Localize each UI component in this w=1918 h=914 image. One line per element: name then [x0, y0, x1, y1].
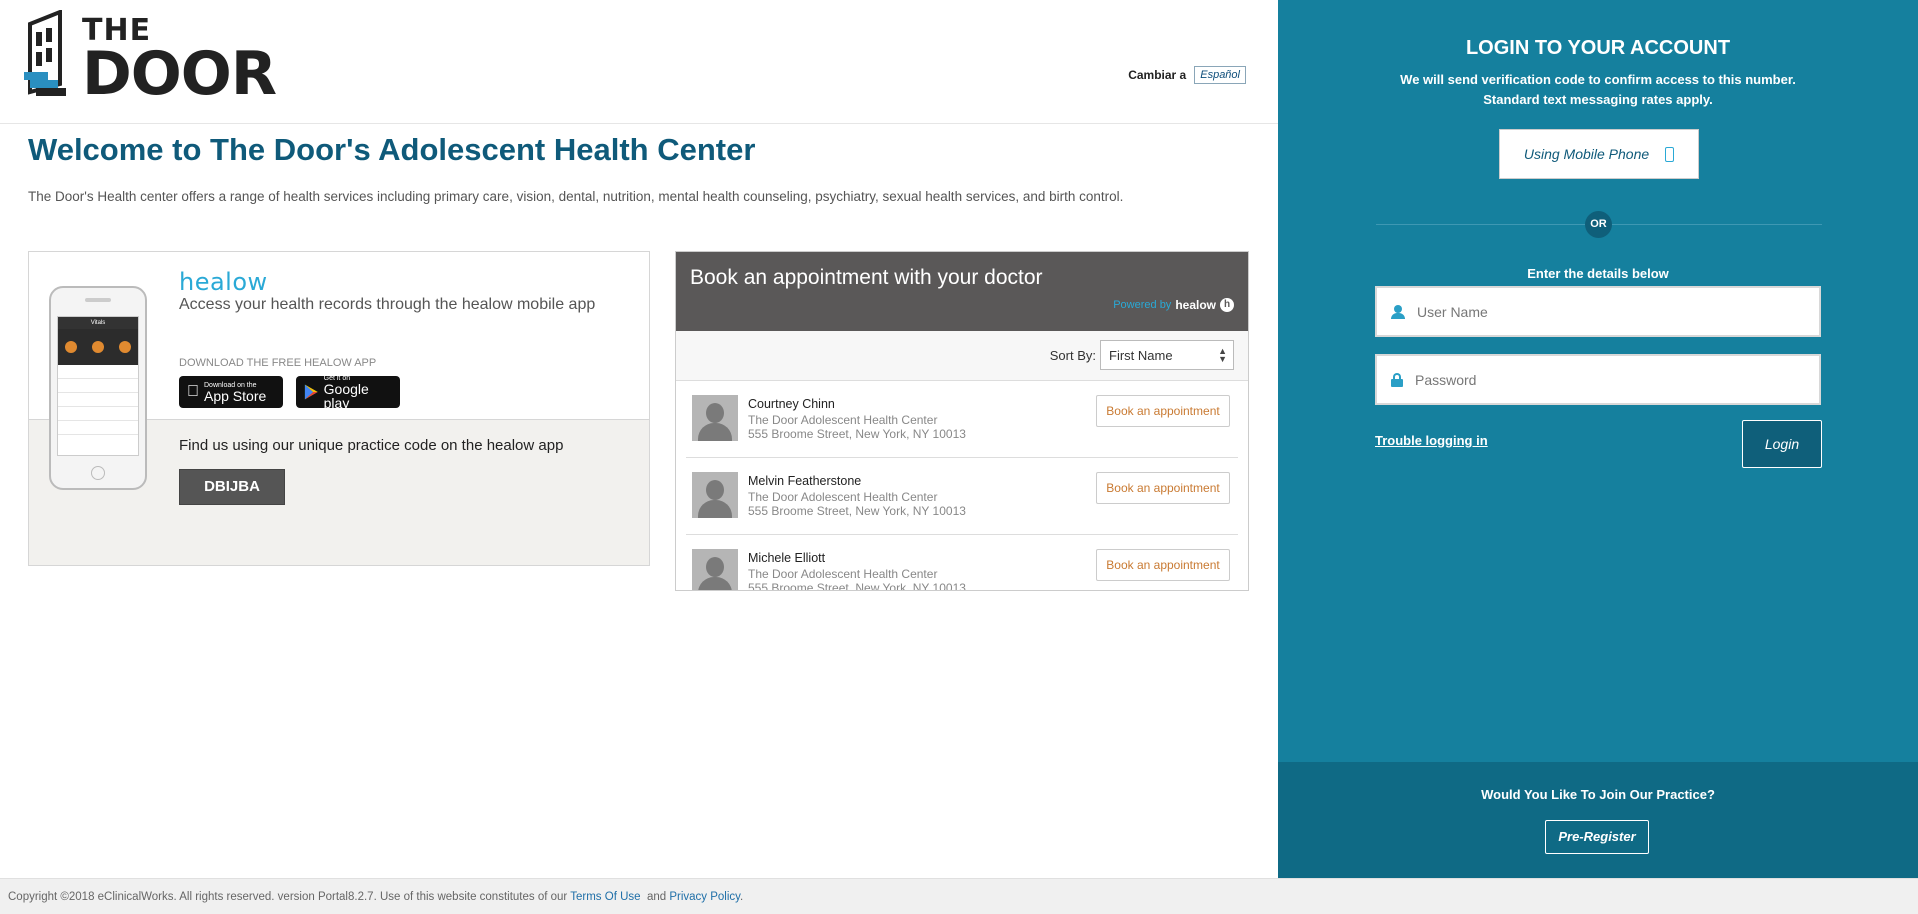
the-door-logo[interactable]: THE DOOR	[24, 10, 277, 110]
phone-speaker	[85, 298, 111, 302]
footer: Copyright ©2018 eClinicalWorks. All righ…	[0, 878, 1918, 914]
appstore-big-text: App Store	[192, 387, 266, 404]
or-badge: OR	[1585, 211, 1612, 238]
book-appointment-panel: Book an appointment with your doctor Pow…	[675, 251, 1249, 591]
mobile-phone-icon	[1665, 146, 1675, 162]
enter-details-label: Enter the details below	[1527, 266, 1669, 281]
page: THE DOOR Cambiar a Español Welcome to Th…	[0, 0, 1918, 914]
doctor-practice: The Door Adolescent Health Center	[748, 490, 938, 504]
page-title: Welcome to The Door's Adolescent Health …	[28, 132, 756, 167]
header: THE DOOR Cambiar a Español	[0, 0, 1278, 124]
apple-icon: 	[187, 383, 199, 401]
login-title: LOGIN TO YOUR ACCOUNT	[1465, 37, 1731, 59]
practice-code: DBIJBA	[179, 469, 285, 505]
espanol-button[interactable]: Español	[1194, 66, 1246, 84]
doctor-address: 555 Broome Street, New York, NY 10013	[748, 504, 966, 518]
book-appointment-title: Book an appointment with your doctor	[690, 266, 1043, 289]
lock-icon	[1391, 372, 1403, 387]
user-icon	[1391, 304, 1405, 319]
terms-of-use-link[interactable]: Terms Of Use	[570, 891, 640, 903]
door-building-icon	[24, 10, 66, 96]
phone-list-line	[58, 407, 138, 421]
sort-label: Sort By:	[1049, 348, 1096, 363]
doctor-avatar	[692, 472, 738, 518]
doctor-row: Melvin Featherstone The Door Adolescent …	[686, 458, 1238, 535]
book-appointment-button[interactable]: Book an appointment	[1096, 549, 1230, 581]
find-us-text: Find us using our unique practice code o…	[179, 437, 564, 454]
login-panel: LOGIN TO YOUR ACCOUNT We will send verif…	[1278, 0, 1918, 878]
healow-subtitle: Access your health records through the h…	[179, 296, 596, 313]
healow-h-icon: h	[1220, 298, 1234, 312]
username-input[interactable]	[1417, 303, 1777, 320]
language-prefix: Cambiar a	[1128, 68, 1187, 82]
phone-list-line	[58, 365, 138, 379]
phone-home-button	[91, 466, 105, 480]
phone-screen: Vitals	[57, 316, 139, 456]
doctor-practice: The Door Adolescent Health Center	[748, 567, 938, 581]
app-store-button[interactable]:  Download on the App Store	[179, 376, 283, 408]
pre-register-button[interactable]: Pre-Register	[1545, 820, 1649, 854]
page-description: The Door's Health center offers a range …	[28, 189, 1124, 204]
phone-screen-title: Vitals	[58, 317, 138, 329]
doctor-row: Michele Elliott The Door Adolescent Heal…	[686, 535, 1238, 591]
login-button[interactable]: Login	[1742, 420, 1822, 468]
phone-illustration: Vitals	[49, 286, 147, 490]
phone-list-line	[58, 421, 138, 435]
book-appointment-button[interactable]: Book an appointment	[1096, 472, 1230, 504]
sort-bar: Sort By: First Name ▲ ▼	[676, 331, 1248, 381]
vital-dot-icon	[65, 341, 78, 353]
language-switch: Cambiar a Español	[1128, 66, 1246, 84]
download-label: DOWNLOAD THE FREE HEALOW APP	[179, 357, 377, 369]
healow-logo: healow	[179, 268, 268, 296]
powered-by-healow: Powered by healow h	[1113, 298, 1234, 312]
sort-select[interactable]: First Name ▲ ▼	[1100, 340, 1234, 370]
powered-by-text: Powered by	[1113, 299, 1172, 311]
vital-dot-icon	[118, 341, 131, 353]
google-play-icon	[304, 384, 318, 400]
doctor-name: Courtney Chinn	[748, 397, 835, 411]
using-mobile-phone-button[interactable]: Using Mobile Phone	[1499, 129, 1699, 179]
doctor-name: Michele Elliott	[748, 551, 826, 565]
footer-and: and	[646, 891, 667, 903]
phone-list-line	[58, 379, 138, 393]
copyright-text: Copyright ©2018 eClinicalWorks. All righ…	[8, 891, 568, 903]
trouble-logging-in-link[interactable]: Trouble logging in	[1375, 433, 1488, 448]
username-field[interactable]	[1375, 286, 1821, 337]
healow-card: Vitals healow Access your health records…	[28, 251, 650, 566]
password-input[interactable]	[1415, 371, 1775, 388]
vital-dot-icon	[91, 341, 104, 353]
login-note: We will send verification code to confir…	[1400, 72, 1796, 107]
book-appointment-header: Book an appointment with your doctor Pow…	[676, 252, 1248, 331]
privacy-policy-link[interactable]: Privacy Policy	[669, 891, 740, 903]
doctor-address: 555 Broome Street, New York, NY 10013	[748, 581, 966, 591]
google-play-button[interactable]: Get it on Google play	[296, 375, 400, 411]
join-practice-text: Would You Like To Join Our Practice?	[1481, 787, 1715, 802]
doctor-name: Melvin Featherstone	[748, 474, 862, 488]
logo-door-text: DOOR	[82, 39, 277, 109]
google-big-text: Google play	[323, 380, 369, 411]
footer-period: .	[740, 891, 744, 903]
password-field[interactable]	[1375, 354, 1821, 405]
doctor-practice: The Door Adolescent Health Center	[748, 413, 938, 427]
main-area: THE DOOR Cambiar a Español Welcome to Th…	[0, 0, 1278, 878]
phone-vitals-icons	[58, 329, 138, 365]
doctor-address: 555 Broome Street, New York, NY 10013	[748, 427, 966, 441]
select-arrows-icon: ▲ ▼	[1218, 346, 1227, 364]
doctor-avatar	[692, 549, 738, 590]
sort-selected-value: First Name	[1109, 348, 1173, 363]
doctor-row: Courtney Chinn The Door Adolescent Healt…	[686, 381, 1238, 458]
mobile-button-label: Using Mobile Phone	[1523, 146, 1650, 162]
doctor-avatar	[692, 395, 738, 441]
powered-brand: healow	[1175, 298, 1216, 312]
phone-list-line	[58, 393, 138, 407]
book-appointment-button[interactable]: Book an appointment	[1096, 395, 1230, 427]
